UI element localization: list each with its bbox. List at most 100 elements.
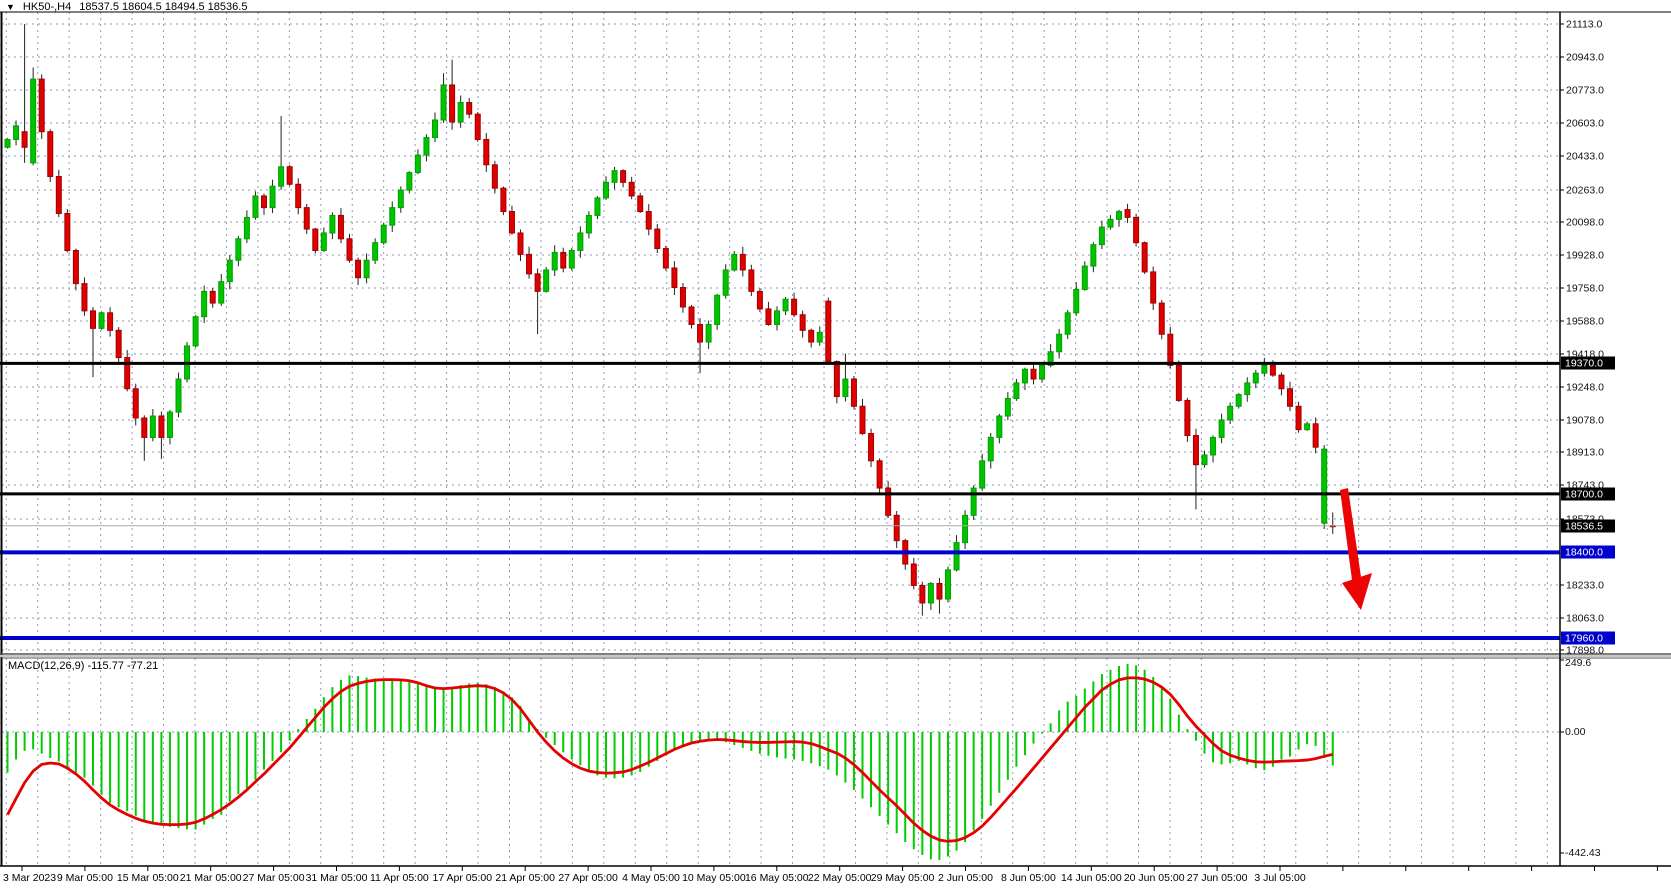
- macd-axis-min: -442.43: [1565, 847, 1601, 859]
- candle-bullish: [1262, 365, 1267, 373]
- candle-bearish: [894, 515, 899, 540]
- time-axis-label: 20 Jun 05:00: [1124, 872, 1185, 884]
- candle-bearish: [672, 268, 677, 287]
- time-axis-label: 27 Apr 05:00: [558, 872, 618, 884]
- candle-bearish: [1185, 400, 1190, 435]
- time-axis-label: 2 Jun 05:00: [938, 872, 993, 884]
- time-axis-label: 31 Mar 05:00: [306, 872, 368, 884]
- candle-bullish: [946, 570, 951, 599]
- candle-bearish: [1279, 375, 1284, 389]
- candle-bearish: [304, 208, 309, 229]
- candle-bearish: [22, 132, 27, 148]
- candle-bullish: [723, 270, 728, 295]
- candle-bullish: [150, 416, 155, 437]
- candle-bearish: [142, 418, 147, 437]
- candle-bearish: [159, 416, 164, 437]
- price-axis-label: 20098.0: [1566, 217, 1604, 229]
- candle-bullish: [441, 85, 446, 120]
- candle-bullish: [167, 412, 172, 437]
- time-axis-label: 14 Jun 05:00: [1061, 872, 1122, 884]
- candle-bearish: [1134, 217, 1139, 242]
- candle-bearish: [484, 139, 489, 164]
- candle-bullish: [1005, 398, 1010, 416]
- time-axis-label: 10 May 05:00: [682, 872, 746, 884]
- candle-bearish: [698, 324, 703, 342]
- candle-bearish: [262, 196, 267, 208]
- candle-bearish: [82, 284, 87, 311]
- candle-bullish: [1236, 395, 1241, 407]
- candle-bearish: [680, 287, 685, 306]
- time-axis-label: 17 Apr 05:00: [433, 872, 493, 884]
- candle-bullish: [928, 583, 933, 602]
- candle-bullish: [390, 208, 395, 226]
- candle-bearish: [834, 361, 839, 396]
- candle-bullish: [817, 332, 822, 342]
- price-axis-label: 17898.0: [1566, 645, 1604, 657]
- candle-bullish: [99, 313, 104, 329]
- macd-axis-zero: 0.00: [1565, 726, 1585, 738]
- symbol-dropdown-icon[interactable]: ▼: [6, 2, 15, 12]
- candle-bullish: [1211, 437, 1216, 455]
- candle-bullish: [963, 515, 968, 542]
- candle-bearish: [877, 461, 882, 488]
- candle-bullish: [330, 215, 335, 233]
- candle-bullish: [706, 324, 711, 342]
- candle-bearish: [792, 299, 797, 315]
- candle-bearish: [492, 165, 497, 188]
- candle-bullish: [783, 299, 788, 311]
- time-axis-label: 8 Jun 05:00: [1001, 872, 1056, 884]
- time-axis-label: 15 Mar 05:00: [117, 872, 179, 884]
- candle-bearish: [509, 212, 514, 233]
- price-axis-label: 21113.0: [1566, 19, 1603, 31]
- price-axis-label: 18063.0: [1566, 613, 1604, 625]
- time-axis-label: 21 Mar 05:00: [180, 872, 242, 884]
- candle-bullish: [997, 416, 1002, 437]
- candle-bullish: [202, 291, 207, 316]
- candle-bullish: [1108, 219, 1113, 227]
- candle-bullish: [236, 239, 241, 260]
- price-axis-label: 19758.0: [1566, 283, 1604, 295]
- macd-axis-max: 249.6: [1565, 657, 1591, 669]
- candle-bearish: [1159, 303, 1164, 334]
- candle-bearish: [347, 239, 352, 260]
- candle-bullish: [715, 295, 720, 324]
- price-axis-label: 20943.0: [1566, 52, 1604, 64]
- time-axis-label: 11 Apr 05:00: [370, 872, 429, 884]
- candle-bearish: [39, 79, 44, 132]
- candle-bullish: [578, 233, 583, 251]
- candle-bullish: [193, 317, 198, 346]
- candle-bearish: [56, 176, 61, 213]
- candle-bullish: [227, 260, 232, 281]
- candle-bearish: [766, 309, 771, 325]
- chart-window: { "header": { "dropdown_icon": "▼", "sym…: [0, 0, 1671, 889]
- candle-bearish: [356, 260, 361, 278]
- candle-bullish: [1014, 383, 1019, 399]
- candle-bullish: [1022, 369, 1027, 383]
- candle-bearish: [1151, 272, 1156, 303]
- candle-bearish: [518, 233, 523, 254]
- candle-bullish: [775, 311, 780, 325]
- candle-bearish: [527, 254, 532, 273]
- candle-bullish: [14, 126, 19, 140]
- highlighted-price-label: 18400.0: [1565, 547, 1603, 559]
- candle-bearish: [450, 85, 455, 122]
- candle-bullish: [433, 120, 438, 138]
- candle-bearish: [1288, 389, 1293, 407]
- candle-bearish: [826, 301, 831, 361]
- candle-bullish: [415, 155, 420, 173]
- candle-bearish: [91, 311, 96, 329]
- candle-bullish: [1219, 420, 1224, 438]
- candle-bearish: [1168, 334, 1173, 365]
- candle-bullish: [321, 233, 326, 251]
- candle-bullish: [5, 139, 10, 147]
- time-axis-label: 3 Mar 2023: [3, 872, 56, 884]
- candle-bullish: [954, 543, 959, 570]
- time-axis-label: 9 Mar 05:00: [57, 872, 113, 884]
- candle-bearish: [1193, 435, 1198, 464]
- candle-bearish: [689, 307, 694, 325]
- candle-bearish: [1031, 369, 1036, 379]
- candle-bullish: [1065, 313, 1070, 334]
- candle-bullish: [270, 186, 275, 207]
- time-axis-label: 27 Jun 05:00: [1187, 872, 1248, 884]
- candle-bearish: [561, 252, 566, 268]
